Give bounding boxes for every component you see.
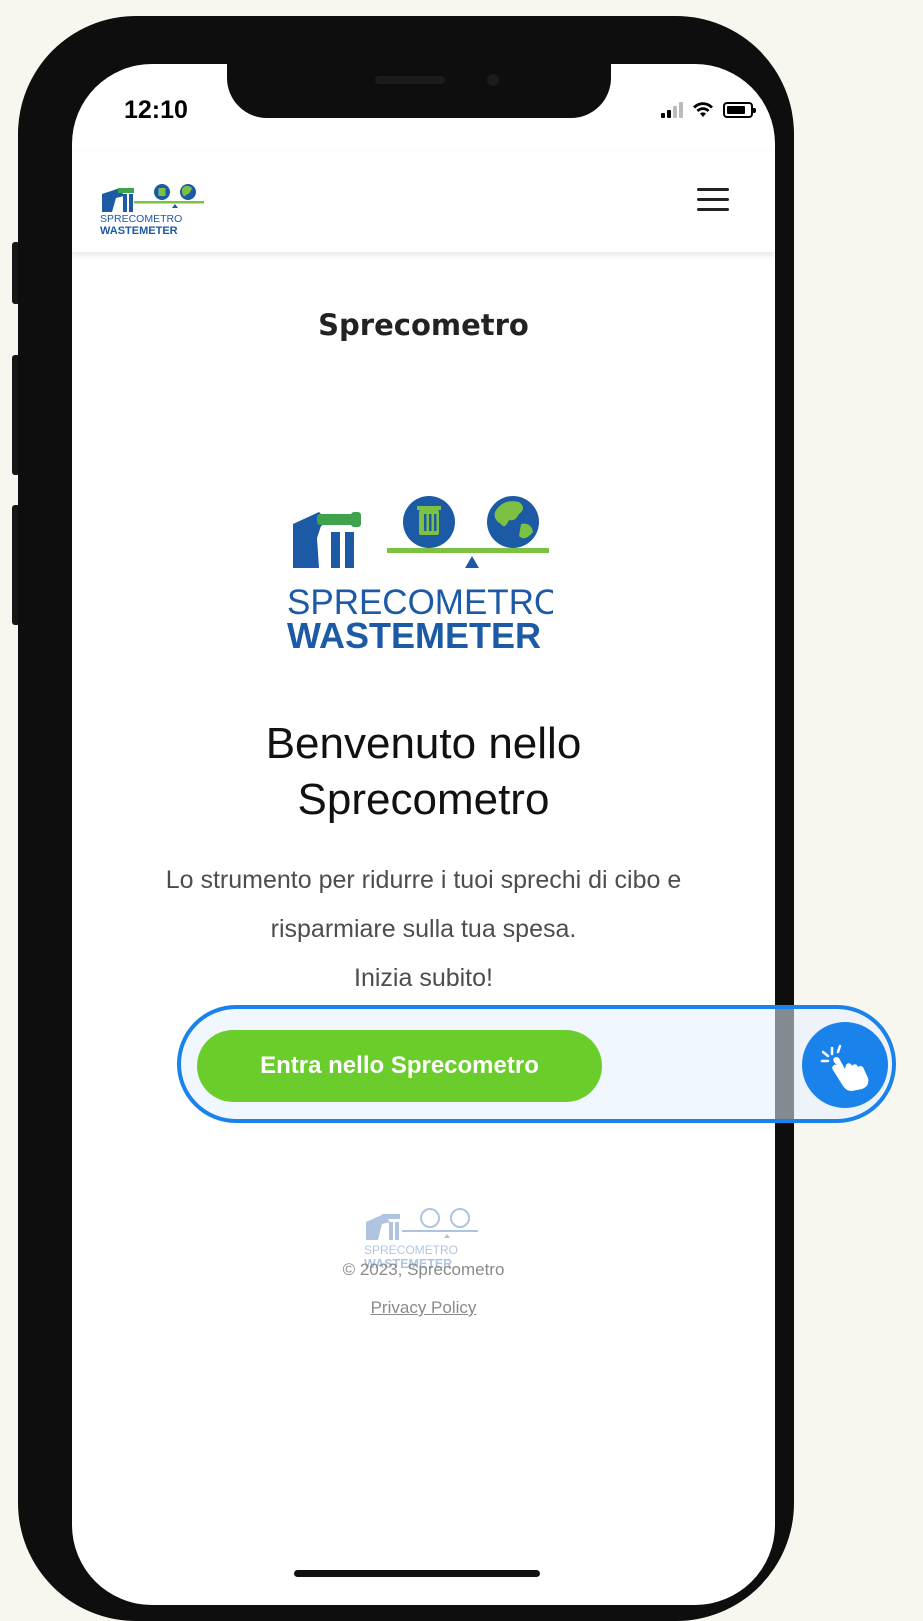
main-logo: SPRECOMETRO WASTEMETER <box>287 496 553 654</box>
welcome-heading: Benvenuto nello Sprecometro <box>72 716 775 828</box>
enter-sprecometro-button[interactable]: Entra nello Sprecometro <box>197 1030 602 1102</box>
welcome-heading-line1: Benvenuto nello <box>265 719 582 768</box>
notch <box>227 64 611 118</box>
tap-hand-icon <box>802 1022 888 1108</box>
welcome-heading-line2: Sprecometro <box>297 775 550 824</box>
phone-frame: 12:10 SPRECOMETRO WASTEMETER Sprecometro… <box>18 16 794 1621</box>
app-header: SPRECOMETRO WASTEMETER <box>72 152 775 252</box>
phone-screen: 12:10 SPRECOMETRO WASTEMETER Sprecometro… <box>72 64 775 1605</box>
footer-logo-line1: SPRECOMETRO <box>364 1243 458 1257</box>
intro-line3: Inizia subito! <box>354 964 493 992</box>
header-logo-line2: WASTEMETER <box>100 225 178 237</box>
copyright-text: © 2023, Sprecometro <box>342 1260 505 1279</box>
page-title: Sprecometro <box>318 308 529 342</box>
header-logo[interactable]: SPRECOMETRO WASTEMETER <box>98 168 208 238</box>
privacy-policy-link[interactable]: Privacy Policy <box>72 1298 775 1318</box>
menu-icon[interactable] <box>697 188 729 212</box>
home-indicator <box>294 1570 540 1577</box>
intro-line1: Lo strumento per ridurre i tuoi sprechi … <box>165 866 682 894</box>
battery-icon <box>723 102 756 118</box>
wifi-icon <box>693 102 713 117</box>
speaker-grille <box>375 76 445 84</box>
intro-text: Lo strumento per ridurre i tuoi sprechi … <box>72 856 775 1003</box>
intro-line2: risparmiare sulla tua spesa. <box>270 915 577 943</box>
main-logo-line2: WASTEMETER <box>287 615 541 654</box>
status-time: 12:10 <box>124 96 188 124</box>
front-camera <box>487 74 499 86</box>
signal-icon <box>661 102 683 118</box>
status-icons <box>661 98 756 118</box>
header-logo-line1: SPRECOMETRO <box>100 213 182 225</box>
